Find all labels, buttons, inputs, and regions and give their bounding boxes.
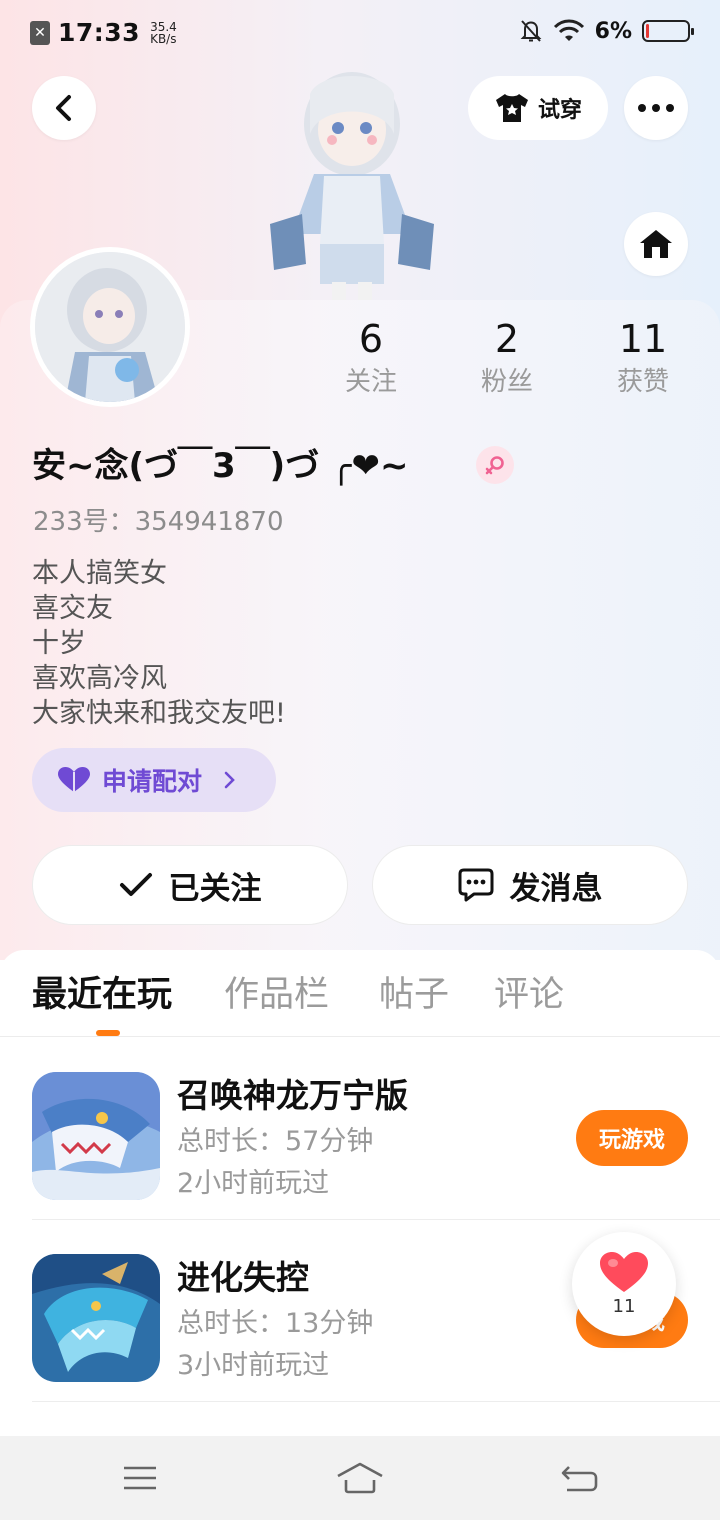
tab-divider (0, 1036, 720, 1037)
status-time: 17:33 (58, 18, 141, 47)
play-game-button[interactable]: 玩游戏 (576, 1110, 688, 1166)
request-pair-label: 申请配对 (102, 767, 203, 796)
status-bar: ✕ 17:33 35.4 KB/s 6% (0, 0, 720, 64)
bio-line: 本人搞笑女 (32, 558, 167, 589)
net-speed-unit: KB/s (150, 31, 177, 46)
following-count: 6 (358, 317, 384, 361)
fans-count: 2 (494, 317, 520, 361)
tab-recently-played[interactable]: 最近在玩 (32, 972, 172, 1018)
likes-label: 获赞 (616, 367, 669, 397)
like-count: 11 (612, 1295, 636, 1317)
bio-line: 十岁 (32, 628, 86, 659)
bio-line: 大家快来和我交友吧! (32, 698, 286, 729)
shirt-icon (495, 94, 528, 122)
battery-percent: 6% (594, 18, 632, 44)
game-icon-blue-dragon (32, 1254, 160, 1382)
back-button[interactable] (32, 76, 96, 140)
character-figure (270, 72, 434, 300)
more-icon (638, 104, 674, 112)
heart-icon (58, 767, 90, 792)
battery-level (646, 24, 649, 38)
nickname: 安~念(づ￣3￣)づ ╭❤~ (32, 446, 409, 486)
game-duration: 总时长：57分钟 (177, 1126, 374, 1157)
female-gender-icon (476, 446, 514, 484)
avatar-image (35, 252, 185, 402)
fans-label: 粉丝 (480, 367, 533, 397)
wifi-icon (553, 19, 584, 41)
user-id: 233号：354941870 (33, 507, 284, 537)
send-message-button[interactable]: 发消息 (372, 845, 688, 925)
home-outline-icon (337, 1462, 383, 1494)
bio-line: 喜交友 (32, 593, 113, 624)
chat-icon (458, 868, 493, 902)
menu-button[interactable] (110, 1454, 170, 1502)
notification-icon: ✕ (30, 20, 50, 45)
try-on-button[interactable]: 试穿 (468, 76, 608, 140)
status-left: ✕ 17:33 35.4 KB/s (30, 18, 177, 47)
game-last-played: 2小时前玩过 (177, 1168, 330, 1199)
back-nav-button[interactable] (550, 1454, 610, 1502)
avatar[interactable] (30, 247, 190, 407)
network-speed: 35.4 KB/s (150, 21, 177, 45)
bio-line: 喜欢高冷风 (32, 663, 167, 694)
more-button[interactable] (624, 76, 688, 140)
game-duration: 总时长：13分钟 (177, 1308, 374, 1339)
tab-works[interactable]: 作品栏 (224, 972, 329, 1018)
tab-posts[interactable]: 帖子 (379, 972, 449, 1018)
status-right: 6% (519, 18, 694, 44)
game-icon-dragon (32, 1072, 160, 1200)
system-nav-bar (0, 1436, 720, 1520)
home-button[interactable] (624, 212, 688, 276)
row-divider (32, 1401, 720, 1402)
content-panel: 最近在玩 作品栏 帖子 评论 召唤神龙万宁版 总时长：57分钟 2小时前玩过 玩… (0, 950, 720, 1440)
like-float-button[interactable]: 11 (572, 1232, 676, 1336)
following-label: 关注 (344, 367, 397, 397)
stat-following[interactable]: 6 关注 (311, 318, 431, 398)
heart-like-icon (600, 1251, 648, 1292)
list-item[interactable]: 召唤神龙万宁版 总时长：57分钟 2小时前玩过 玩游戏 (0, 1038, 720, 1220)
likes-count: 11 (618, 317, 668, 361)
game-name: 召唤神龙万宁版 (177, 1076, 408, 1115)
battery-icon (642, 20, 694, 42)
back-icon (56, 95, 71, 121)
home-nav-button[interactable] (330, 1454, 390, 1502)
game-name: 进化失控 (177, 1258, 309, 1297)
request-pair-button[interactable]: 申请配对 (32, 748, 276, 812)
net-speed-value: 35.4 (150, 19, 177, 34)
menu-icon (124, 1466, 156, 1490)
try-on-label: 试穿 (537, 98, 582, 123)
return-icon (561, 1466, 598, 1492)
stat-fans[interactable]: 2 粉丝 (447, 318, 567, 398)
followed-button[interactable]: 已关注 (32, 845, 348, 925)
check-icon (119, 873, 152, 896)
chevron-right-icon (224, 771, 235, 789)
followed-label: 已关注 (168, 870, 262, 907)
home-icon (640, 230, 672, 258)
send-message-label: 发消息 (509, 870, 603, 907)
stat-likes[interactable]: 11 获赞 (583, 318, 703, 398)
bell-off-icon (520, 20, 542, 42)
bio: 本人搞笑女 喜交友 十岁 喜欢高冷风 大家快来和我交友吧! (32, 556, 286, 731)
game-last-played: 3小时前玩过 (177, 1350, 330, 1381)
tab-comments[interactable]: 评论 (494, 972, 564, 1018)
